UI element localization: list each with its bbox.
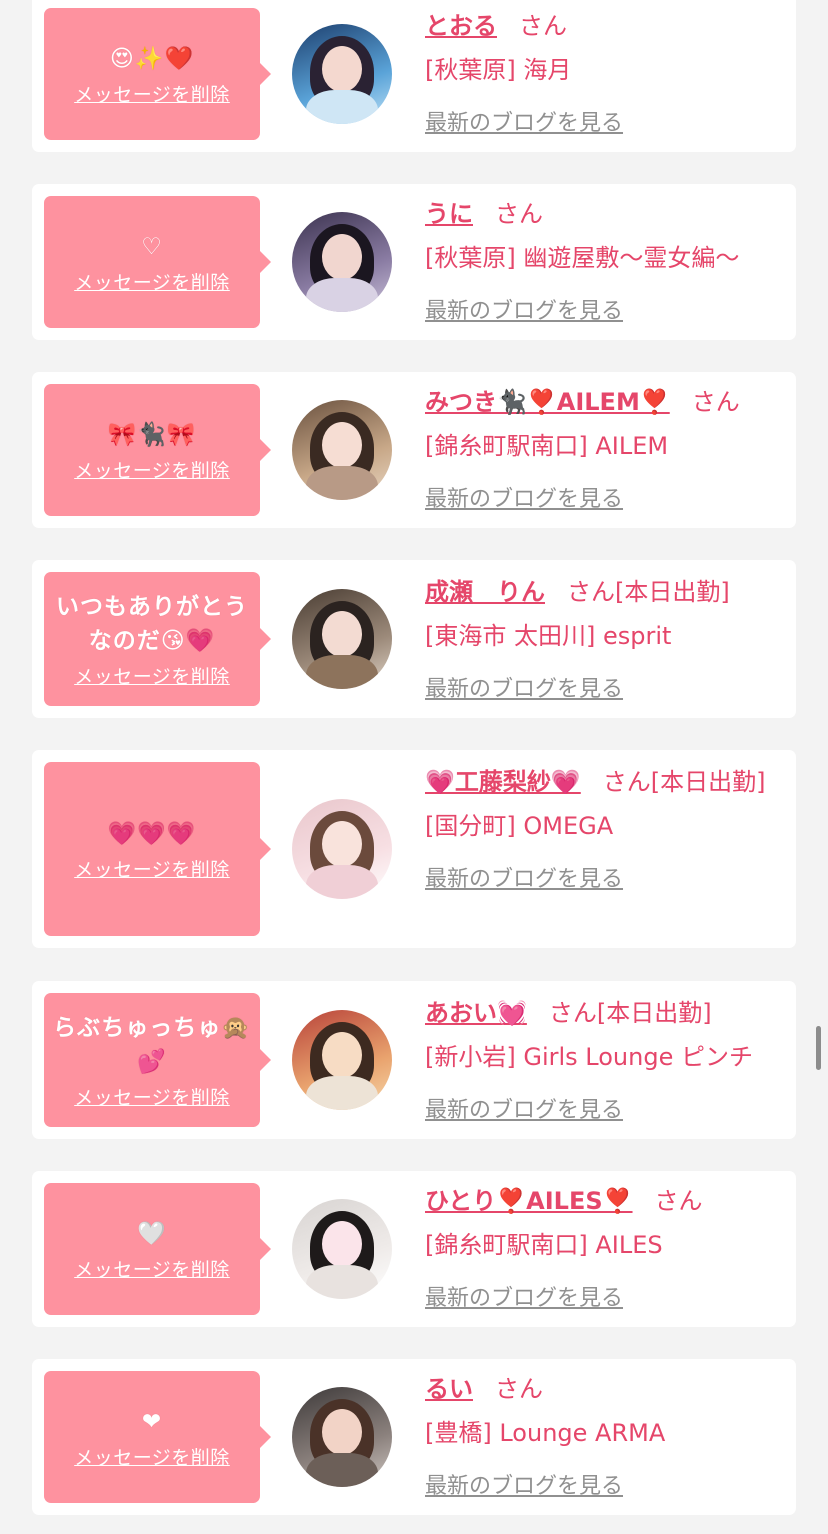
favorite-card: 😍✨❤️ メッセージを削除 とおる さん [秋葉原] 海月 最新のブログを見る bbox=[32, 0, 796, 152]
cast-name-link[interactable]: 成瀬 りん bbox=[425, 578, 545, 606]
message-text: 💗💗💗 bbox=[107, 820, 197, 847]
cast-name-link[interactable]: あおい💓 bbox=[425, 999, 527, 1027]
message-text: 🤍 bbox=[137, 1220, 167, 1247]
avatar[interactable] bbox=[292, 1199, 392, 1299]
cast-name-link[interactable]: 💗工藤梨紗💗 bbox=[425, 768, 581, 796]
message-bubble: ♡ メッセージを削除 bbox=[44, 196, 271, 328]
message-text: いつもありがとうなのだ😘💗 bbox=[56, 593, 248, 654]
cast-info: 💗工藤梨紗💗 さん[本日出勤] [国分町] OMEGA 最新のブログを見る bbox=[425, 760, 785, 902]
delete-message-link[interactable]: メッセージを削除 bbox=[74, 268, 230, 295]
cast-name-link[interactable]: とおる bbox=[425, 12, 497, 40]
shop-name: [秋葉原] 海月 bbox=[425, 56, 572, 84]
delete-message-link[interactable]: メッセージを削除 bbox=[74, 855, 230, 882]
cast-info: みつき🐈‍⬛❣️AILEM❣️ さん [錦糸町駅南口] AILEM 最新のブログを… bbox=[425, 380, 785, 522]
delete-message-link[interactable]: メッセージを削除 bbox=[74, 1083, 230, 1110]
message-bubble: らぶちゅっちゅ🙊💕 メッセージを削除 bbox=[44, 993, 271, 1127]
cast-info: うに さん [秋葉原] 幽遊屋敷〜霊女編〜 最新のブログを見る bbox=[425, 192, 785, 334]
latest-blog-link[interactable]: 最新のブログを見る bbox=[425, 1098, 623, 1123]
shop-name: [新小岩] Girls Lounge ピンチ bbox=[425, 1043, 753, 1071]
favorite-card: 💗💗💗 メッセージを削除 💗工藤梨紗💗 さん[本日出勤] [国分町] OMEGA … bbox=[32, 750, 796, 948]
status-badge: [本日出勤] bbox=[615, 578, 730, 606]
honorific: さん bbox=[654, 1187, 703, 1215]
honorific: さん bbox=[691, 388, 740, 416]
scrollbar[interactable] bbox=[816, 1026, 821, 1070]
shop-name: [東海市 太田川] esprit bbox=[425, 622, 672, 650]
favorite-card: 🤍 メッセージを削除 ひとり❣️AILES❣️ さん [錦糸町駅南口] AILES… bbox=[32, 1171, 796, 1327]
honorific: さん bbox=[495, 1375, 543, 1403]
status-badge: [本日出勤] bbox=[650, 768, 766, 796]
message-text: 🎀🐈‍⬛🎀 bbox=[107, 421, 197, 448]
delete-message-link[interactable]: メッセージを削除 bbox=[74, 662, 230, 689]
honorific: さん bbox=[567, 578, 615, 606]
cast-info: るい さん [豊橋] Lounge ARMA 最新のブログを見る bbox=[425, 1367, 785, 1509]
message-bubble: 😍✨❤️ メッセージを削除 bbox=[44, 8, 271, 140]
avatar[interactable] bbox=[292, 799, 392, 899]
favorite-card: ♡ メッセージを削除 うに さん [秋葉原] 幽遊屋敷〜霊女編〜 最新のブログを見… bbox=[32, 184, 796, 340]
message-text: 😍✨❤️ bbox=[109, 45, 195, 72]
message-bubble: 🤍 メッセージを削除 bbox=[44, 1183, 271, 1315]
latest-blog-link[interactable]: 最新のブログを見る bbox=[425, 487, 623, 512]
latest-blog-link[interactable]: 最新のブログを見る bbox=[425, 867, 623, 892]
avatar[interactable] bbox=[292, 589, 392, 689]
message-text: ♡ bbox=[141, 233, 163, 260]
honorific: さん bbox=[495, 200, 543, 228]
cast-info: 成瀬 りん さん[本日出勤] [東海市 太田川] esprit 最新のブログを見る bbox=[425, 570, 785, 712]
avatar[interactable] bbox=[292, 24, 392, 124]
delete-message-link[interactable]: メッセージを削除 bbox=[74, 1255, 230, 1282]
status-badge: [本日出勤] bbox=[596, 999, 712, 1027]
honorific: さん bbox=[602, 768, 651, 796]
message-text: らぶちゅっちゅ🙊💕 bbox=[53, 1014, 251, 1075]
cast-name-link[interactable]: みつき🐈‍⬛❣️AILEM❣️ bbox=[425, 388, 670, 416]
honorific: さん bbox=[519, 12, 567, 40]
avatar[interactable] bbox=[292, 400, 392, 500]
favorite-card: 🎀🐈‍⬛🎀 メッセージを削除 みつき🐈‍⬛❣️AILEM❣️ さん [錦糸町駅南口… bbox=[32, 372, 796, 528]
favorite-card: いつもありがとうなのだ😘💗 メッセージを削除 成瀬 りん さん[本日出勤] [東海… bbox=[32, 560, 796, 718]
avatar[interactable] bbox=[292, 1387, 392, 1487]
message-text: ❤ bbox=[141, 1408, 163, 1435]
delete-message-link[interactable]: メッセージを削除 bbox=[74, 80, 230, 107]
shop-name: [錦糸町駅南口] AILEM bbox=[425, 432, 669, 460]
shop-name: [豊橋] Lounge ARMA bbox=[425, 1419, 666, 1447]
latest-blog-link[interactable]: 最新のブログを見る bbox=[425, 111, 623, 136]
cast-name-link[interactable]: うに bbox=[425, 200, 473, 228]
message-bubble: 💗💗💗 メッセージを削除 bbox=[44, 762, 271, 936]
shop-name: [錦糸町駅南口] AILES bbox=[425, 1231, 663, 1259]
latest-blog-link[interactable]: 最新のブログを見る bbox=[425, 299, 623, 324]
honorific: さん bbox=[548, 999, 597, 1027]
delete-message-link[interactable]: メッセージを削除 bbox=[74, 456, 230, 483]
cast-info: あおい💓 さん[本日出勤] [新小岩] Girls Lounge ピンチ 最新のブ… bbox=[425, 991, 785, 1133]
cast-info: ひとり❣️AILES❣️ さん [錦糸町駅南口] AILES 最新のブログを見る bbox=[425, 1179, 785, 1321]
cast-info: とおる さん [秋葉原] 海月 最新のブログを見る bbox=[425, 4, 785, 146]
favorite-card: らぶちゅっちゅ🙊💕 メッセージを削除 あおい💓 さん[本日出勤] [新小岩] Gi… bbox=[32, 981, 796, 1139]
favorite-card: ❤ メッセージを削除 るい さん [豊橋] Lounge ARMA 最新のブログを… bbox=[32, 1359, 796, 1515]
shop-name: [秋葉原] 幽遊屋敷〜霊女編〜 bbox=[425, 244, 740, 272]
cast-name-link[interactable]: るい bbox=[425, 1375, 473, 1403]
message-bubble: ❤ メッセージを削除 bbox=[44, 1371, 271, 1503]
latest-blog-link[interactable]: 最新のブログを見る bbox=[425, 1286, 623, 1311]
shop-name: [国分町] OMEGA bbox=[425, 812, 614, 840]
latest-blog-link[interactable]: 最新のブログを見る bbox=[425, 677, 623, 702]
delete-message-link[interactable]: メッセージを削除 bbox=[74, 1443, 230, 1470]
cast-name-link[interactable]: ひとり❣️AILES❣️ bbox=[425, 1187, 633, 1215]
message-bubble: 🎀🐈‍⬛🎀 メッセージを削除 bbox=[44, 384, 271, 516]
avatar[interactable] bbox=[292, 1010, 392, 1110]
message-bubble: いつもありがとうなのだ😘💗 メッセージを削除 bbox=[44, 572, 271, 706]
latest-blog-link[interactable]: 最新のブログを見る bbox=[425, 1474, 623, 1499]
avatar[interactable] bbox=[292, 212, 392, 312]
